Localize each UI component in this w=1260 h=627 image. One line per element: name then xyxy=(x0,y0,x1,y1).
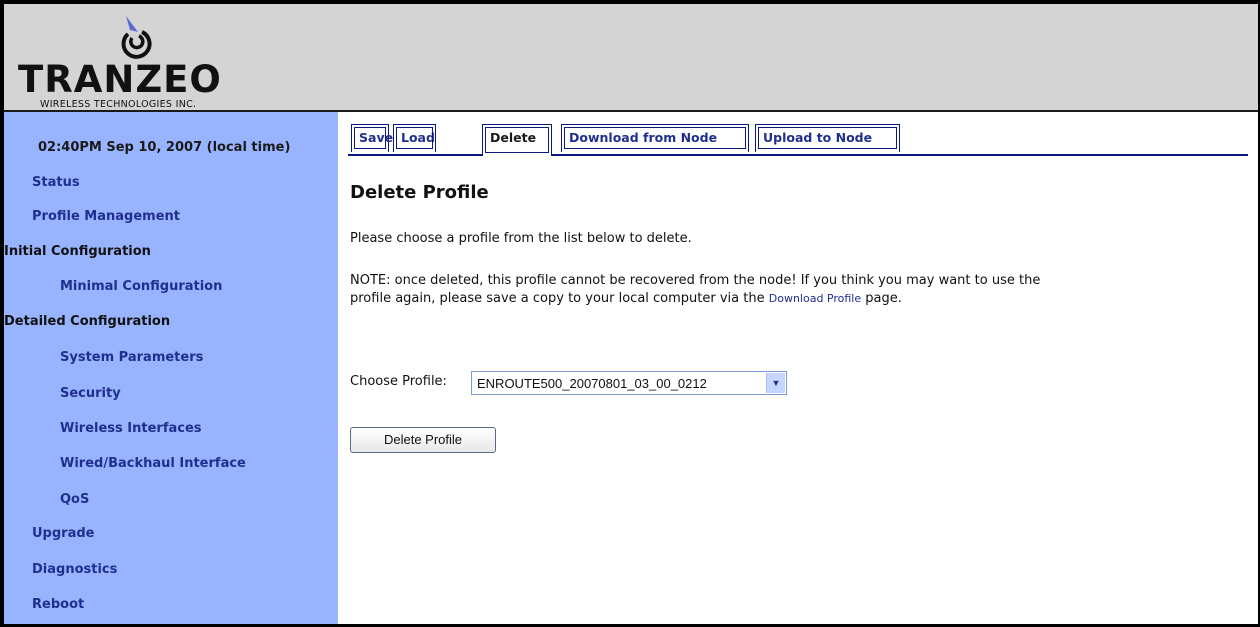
intro-text: Please choose a profile from the list be… xyxy=(350,231,692,246)
main-content: Save Load Delete Download from Node Uplo… xyxy=(338,112,1258,624)
page-title: Delete Profile xyxy=(350,182,489,203)
profile-select[interactable]: ENROUTE500_20070801_03_00_0212 ▼ xyxy=(471,371,787,395)
sidebar-heading-detailed-configuration: Detailed Configuration xyxy=(4,314,171,329)
note-line-2-end: page. xyxy=(865,291,902,306)
header: TRANZEO WIRELESS TECHNOLOGIES INC. xyxy=(4,4,1258,112)
sidebar-item-reboot[interactable]: Reboot xyxy=(32,597,84,612)
tab-upload-to-node[interactable]: Upload to Node xyxy=(755,124,900,152)
profile-select-value: ENROUTE500_20070801_03_00_0212 xyxy=(477,376,707,391)
tab-bar: Save Load Delete Download from Node Uplo… xyxy=(348,124,1248,156)
sidebar-item-system-parameters[interactable]: System Parameters xyxy=(60,350,203,365)
sidebar-item-status[interactable]: Status xyxy=(32,175,80,190)
sidebar-item-profile-management[interactable]: Profile Management xyxy=(32,209,180,224)
local-time: 02:40PM Sep 10, 2007 (local time) xyxy=(38,140,291,155)
sidebar-item-upgrade[interactable]: Upgrade xyxy=(32,526,94,541)
sidebar-item-security[interactable]: Security xyxy=(60,386,121,401)
note-line-1: NOTE: once deleted, this profile cannot … xyxy=(350,273,1041,288)
tranzeo-logo: TRANZEO WIRELESS TECHNOLOGIES INC. xyxy=(18,14,288,110)
tab-load[interactable]: Load xyxy=(393,124,436,152)
delete-profile-button[interactable]: Delete Profile xyxy=(350,427,496,453)
tab-save[interactable]: Save xyxy=(351,124,393,152)
sidebar-item-diagnostics[interactable]: Diagnostics xyxy=(32,562,117,577)
logo-icon xyxy=(121,16,152,59)
sidebar-heading-initial-configuration: Initial Configuration xyxy=(4,244,151,259)
download-profile-link[interactable]: Download Profile xyxy=(769,292,861,305)
chevron-down-icon[interactable]: ▼ xyxy=(766,373,785,393)
sidebar: 02:40PM Sep 10, 2007 (local time) Status… xyxy=(4,112,338,624)
logo-tagline: WIRELESS TECHNOLOGIES INC. xyxy=(40,99,197,110)
tab-delete[interactable]: Delete xyxy=(482,124,552,156)
logo-wordmark: TRANZEO xyxy=(18,58,222,101)
sidebar-item-minimal-configuration[interactable]: Minimal Configuration xyxy=(60,279,222,294)
note-line-2: profile again, please save a copy to you… xyxy=(350,290,1250,308)
sidebar-item-wired-backhaul-interface[interactable]: Wired/Backhaul Interface xyxy=(60,456,246,471)
sidebar-item-qos[interactable]: QoS xyxy=(60,492,89,507)
note-line-2-text: profile again, please save a copy to you… xyxy=(350,291,765,306)
tab-download-from-node[interactable]: Download from Node xyxy=(561,124,749,152)
note-text: NOTE: once deleted, this profile cannot … xyxy=(350,272,1250,308)
sidebar-item-wireless-interfaces[interactable]: Wireless Interfaces xyxy=(60,421,202,436)
choose-profile-label: Choose Profile: xyxy=(350,374,447,389)
